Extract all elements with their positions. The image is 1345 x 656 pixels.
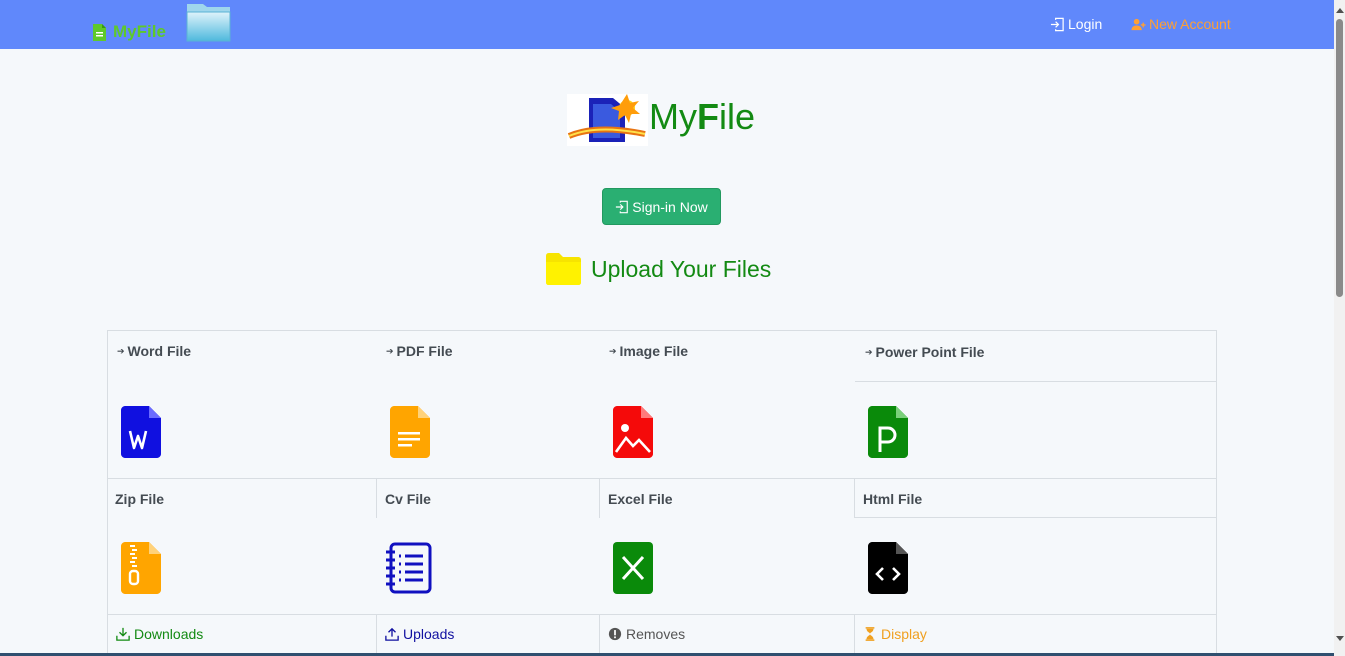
upload-heading: Upload Your Files bbox=[544, 252, 771, 286]
login-icon bbox=[616, 200, 629, 213]
new-account-link[interactable]: New Account bbox=[1131, 16, 1231, 32]
top-navbar: MyFile Login New Account bbox=[0, 0, 1334, 49]
arrow-right-icon: ➔ bbox=[609, 345, 617, 356]
word-icon[interactable] bbox=[121, 406, 161, 458]
brand-link[interactable]: MyFile bbox=[92, 22, 166, 42]
login-icon bbox=[1050, 17, 1064, 31]
cv-file-link[interactable]: Cv File bbox=[385, 491, 431, 507]
folder-logo-image bbox=[186, 4, 231, 42]
arrow-right-icon: ➔ bbox=[865, 346, 873, 357]
alert-icon bbox=[608, 627, 622, 641]
zip-icon[interactable] bbox=[121, 542, 161, 594]
downloads-link[interactable]: Downloads bbox=[116, 626, 203, 642]
hourglass-icon bbox=[865, 627, 875, 641]
file-label: Power Point File bbox=[875, 344, 985, 360]
pdf-icon[interactable] bbox=[390, 406, 430, 458]
cv-icon[interactable] bbox=[385, 542, 432, 594]
display-link[interactable]: Display bbox=[863, 626, 927, 642]
hero-title: MyFile bbox=[649, 96, 756, 137]
brand-name: MyFile bbox=[113, 22, 166, 41]
scroll-up-arrow-icon[interactable] bbox=[1336, 8, 1344, 13]
scroll-thumb[interactable] bbox=[1336, 19, 1343, 297]
scroll-down-arrow-icon[interactable] bbox=[1336, 636, 1344, 641]
uploads-link[interactable]: Uploads bbox=[385, 626, 454, 642]
file-label: Zip File bbox=[115, 491, 164, 507]
file-label: Cv File bbox=[385, 491, 431, 507]
html-icon[interactable] bbox=[868, 542, 908, 594]
html-file-link[interactable]: Html File bbox=[863, 491, 922, 507]
file-label: Html File bbox=[863, 491, 923, 507]
new-account-label: New Account bbox=[1149, 16, 1231, 32]
powerpoint-file-link[interactable]: ➔ Power Point File bbox=[865, 344, 984, 360]
image-file-link[interactable]: ➔ Image File bbox=[609, 343, 688, 359]
file-label: Excel File bbox=[608, 491, 673, 507]
download-icon bbox=[116, 627, 130, 641]
file-label: PDF File bbox=[396, 343, 453, 359]
excel-file-link[interactable]: Excel File bbox=[608, 491, 673, 507]
uploads-label: Uploads bbox=[403, 626, 455, 642]
display-label: Display bbox=[881, 626, 927, 642]
arrow-right-icon: ➔ bbox=[386, 345, 394, 356]
downloads-label: Downloads bbox=[134, 626, 204, 642]
page-scrollbar[interactable] bbox=[1334, 0, 1345, 656]
file-label: Image File bbox=[619, 343, 689, 359]
pdf-file-link[interactable]: ➔ PDF File bbox=[386, 343, 453, 359]
removes-link[interactable]: Removes bbox=[608, 626, 685, 642]
login-label: Login bbox=[1068, 16, 1103, 32]
arrow-right-icon: ➔ bbox=[117, 345, 125, 356]
excel-icon[interactable] bbox=[613, 542, 653, 594]
image-icon[interactable] bbox=[613, 406, 653, 458]
zip-file-link[interactable]: Zip File bbox=[115, 491, 164, 507]
upload-icon bbox=[385, 627, 399, 641]
file-icon bbox=[93, 23, 106, 41]
folder-icon bbox=[546, 253, 581, 285]
person-add-icon bbox=[1131, 18, 1146, 30]
removes-label: Removes bbox=[626, 626, 686, 642]
upload-heading-text: Upload Your Files bbox=[591, 255, 772, 282]
file-types-grid: ➔ Word File ➔ PDF File ➔ Image File ➔ Po… bbox=[107, 330, 1217, 656]
sign-in-now-button[interactable]: Sign-in Now bbox=[602, 188, 721, 225]
login-link[interactable]: Login bbox=[1050, 16, 1102, 32]
file-label: Word File bbox=[127, 343, 192, 359]
sign-in-label: Sign-in Now bbox=[632, 198, 708, 215]
myfile-app-logo bbox=[567, 94, 648, 146]
word-file-link[interactable]: ➔ Word File bbox=[117, 343, 191, 359]
powerpoint-icon[interactable] bbox=[868, 406, 908, 458]
